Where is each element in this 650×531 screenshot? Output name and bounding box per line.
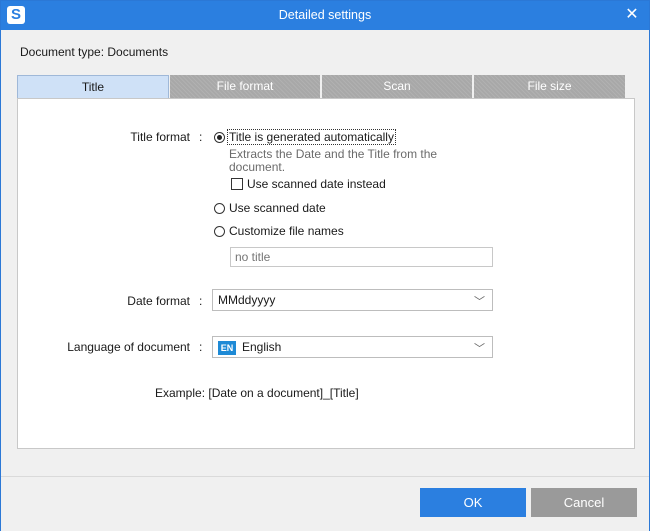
example-text: Example: [Date on a document]_[Title] bbox=[155, 386, 359, 400]
window-title: Detailed settings bbox=[278, 8, 372, 22]
detailed-settings-dialog: S Detailed settings ✕ Document type: Doc… bbox=[0, 0, 650, 531]
date-format-colon: : bbox=[199, 294, 203, 308]
cancel-button[interactable]: Cancel bbox=[531, 488, 637, 517]
title-settings-panel: Title format : Title is generated automa… bbox=[17, 98, 635, 449]
tab-title[interactable]: Title bbox=[17, 75, 169, 99]
document-type-label: Document type: Documents bbox=[20, 45, 169, 59]
use-scanned-date-instead-checkbox[interactable] bbox=[231, 178, 243, 190]
chevron-down-icon: ﹀ bbox=[474, 296, 485, 308]
date-format-value: MMddyyyy bbox=[218, 293, 276, 307]
use-scanned-date-instead-label[interactable]: Use scanned date instead bbox=[247, 177, 386, 191]
tab-scan[interactable]: Scan bbox=[322, 75, 472, 98]
chevron-down-icon: ﹀ bbox=[474, 343, 485, 355]
english-flag-icon: EN bbox=[218, 341, 236, 355]
tab-file-size[interactable]: File size bbox=[474, 75, 625, 98]
close-icon[interactable]: ✕ bbox=[623, 6, 641, 24]
date-format-label: Date format bbox=[127, 294, 190, 308]
ok-button[interactable]: OK bbox=[420, 488, 526, 517]
language-colon: : bbox=[199, 340, 203, 354]
language-value: English bbox=[242, 340, 282, 354]
title-format-label: Title format bbox=[130, 130, 190, 144]
auto-title-description: Extracts the Date and the Title from the… bbox=[229, 147, 438, 174]
tab-file-format[interactable]: File format bbox=[170, 75, 320, 98]
radio-customize-file-names[interactable] bbox=[214, 226, 225, 237]
radio-use-scanned-date-label[interactable]: Use scanned date bbox=[229, 201, 326, 215]
button-bar: OK Cancel bbox=[1, 476, 649, 531]
custom-file-name-input[interactable] bbox=[230, 247, 493, 267]
radio-customize-file-names-label[interactable]: Customize file names bbox=[229, 224, 344, 238]
date-format-select[interactable]: MMddyyyy ﹀ bbox=[212, 289, 493, 311]
language-select[interactable]: EN English ﹀ bbox=[212, 336, 493, 358]
title-format-colon: : bbox=[199, 130, 203, 144]
radio-auto-title-label[interactable]: Title is generated automatically bbox=[227, 129, 396, 145]
language-label: Language of document bbox=[67, 340, 190, 354]
radio-auto-title[interactable] bbox=[214, 132, 225, 143]
title-bar: S Detailed settings ✕ bbox=[1, 1, 649, 30]
tab-strip: Title File format Scan File size bbox=[17, 75, 635, 99]
radio-use-scanned-date[interactable] bbox=[214, 203, 225, 214]
